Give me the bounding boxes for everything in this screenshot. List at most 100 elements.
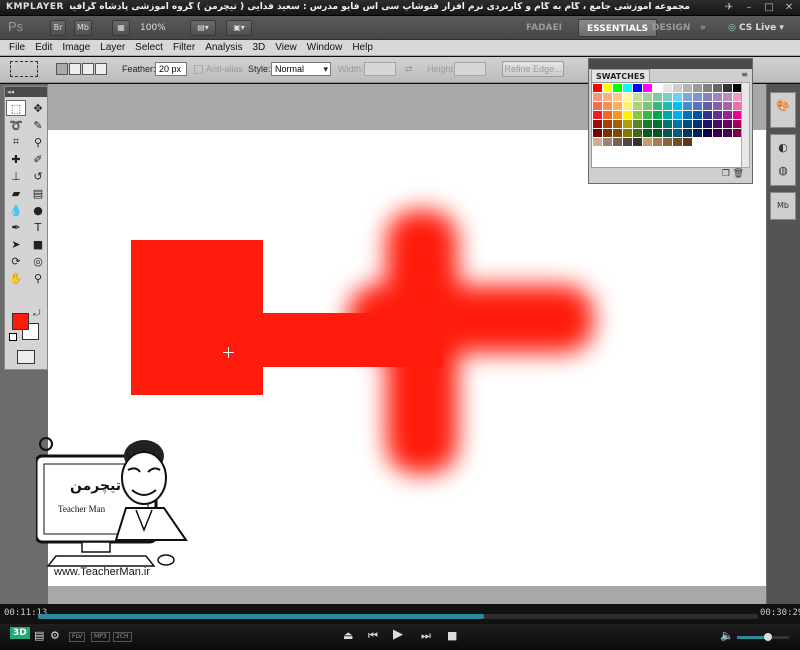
type-tool-icon[interactable]: T: [28, 219, 48, 235]
swatch-cell[interactable]: [673, 111, 682, 119]
swatch-cell[interactable]: [593, 111, 602, 119]
previous-icon[interactable]: ⏮: [368, 629, 378, 643]
tools-panel-header[interactable]: ◂◂: [5, 87, 47, 97]
swatch-cell[interactable]: [713, 120, 722, 128]
swatches-grid[interactable]: [591, 82, 742, 168]
swatch-cell[interactable]: [663, 120, 672, 128]
gradient-tool-icon[interactable]: ▤: [28, 185, 48, 201]
swatch-cell[interactable]: [603, 111, 612, 119]
screen-mode-icon[interactable]: ▣▾: [226, 20, 252, 36]
crop-tool-icon[interactable]: ⌗: [6, 134, 26, 150]
blur-tool-icon[interactable]: 💧: [6, 202, 26, 218]
stop-icon[interactable]: ■: [447, 629, 457, 642]
swatch-cell[interactable]: [613, 93, 622, 101]
swatch-cell[interactable]: [693, 129, 702, 137]
menu-edit[interactable]: Edit: [30, 40, 57, 56]
swatch-cell[interactable]: [633, 111, 642, 119]
menu-filter[interactable]: Filter: [168, 40, 200, 56]
swatch-cell[interactable]: [673, 138, 682, 146]
swatch-cell[interactable]: [693, 93, 702, 101]
swatch-cell[interactable]: [713, 111, 722, 119]
swatch-cell[interactable]: [633, 129, 642, 137]
swatch-cell[interactable]: [723, 111, 732, 119]
swatch-cell[interactable]: [663, 138, 672, 146]
playlist-icon[interactable]: ▤: [34, 629, 44, 642]
swatch-cell[interactable]: [713, 84, 722, 92]
swatch-cell[interactable]: [593, 129, 602, 137]
swatch-cell[interactable]: [653, 129, 662, 137]
play-icon[interactable]: ▶: [393, 627, 403, 642]
minibridge-button[interactable]: Mb: [74, 20, 92, 36]
workspace-fadaei[interactable]: FADAEI: [518, 19, 570, 37]
swatch-cell[interactable]: [703, 102, 712, 110]
swatch-cell[interactable]: [643, 120, 652, 128]
swatch-cell[interactable]: [613, 102, 622, 110]
healing-brush-icon[interactable]: ✚: [6, 151, 26, 167]
add-to-selection-icon[interactable]: [69, 63, 81, 75]
swatch-cell[interactable]: [633, 120, 642, 128]
clone-stamp-icon[interactable]: ⊥: [6, 168, 26, 184]
color-panel-icon[interactable]: 🎨: [773, 96, 793, 116]
swatch-cell[interactable]: [643, 138, 652, 146]
new-selection-icon[interactable]: [56, 63, 68, 75]
swatch-cell[interactable]: [623, 120, 632, 128]
path-selection-icon[interactable]: ➤: [6, 236, 26, 252]
maximize-icon[interactable]: □: [762, 1, 776, 14]
adjustments-panel-icon[interactable]: ◐: [773, 138, 793, 158]
swatch-cell[interactable]: [653, 102, 662, 110]
swatch-cell[interactable]: [723, 102, 732, 110]
swatch-cell[interactable]: [703, 120, 712, 128]
dodge-tool-icon[interactable]: ●: [28, 202, 48, 218]
seek-bar[interactable]: [38, 614, 758, 619]
swatch-cell[interactable]: [663, 111, 672, 119]
swatch-cell[interactable]: [703, 111, 712, 119]
swatch-cell[interactable]: [613, 84, 622, 92]
lasso-tool-icon[interactable]: ➰: [6, 117, 26, 133]
swatch-cell[interactable]: [613, 120, 622, 128]
swatch-cell[interactable]: [623, 93, 632, 101]
swatch-cell[interactable]: [673, 93, 682, 101]
feather-input[interactable]: 20 px: [155, 62, 187, 76]
3d-orbit-icon[interactable]: ◎: [28, 253, 48, 269]
swatch-cell[interactable]: [723, 129, 732, 137]
menu-image[interactable]: Image: [57, 40, 95, 56]
swatch-cell[interactable]: [713, 102, 722, 110]
swatch-cell[interactable]: [723, 84, 732, 92]
swatch-cell[interactable]: [643, 129, 652, 137]
swatch-cell[interactable]: [603, 102, 612, 110]
swatch-cell[interactable]: [643, 84, 652, 92]
swatch-cell[interactable]: [713, 93, 722, 101]
swatch-cell[interactable]: [663, 129, 672, 137]
swatch-cell[interactable]: [713, 138, 722, 146]
swatch-cell[interactable]: [723, 93, 732, 101]
volume-icon[interactable]: 🔈: [720, 629, 734, 642]
swatch-cell[interactable]: [693, 111, 702, 119]
swatch-cell[interactable]: [703, 84, 712, 92]
swatch-cell[interactable]: [683, 102, 692, 110]
swatch-cell[interactable]: [673, 102, 682, 110]
swap-colors-icon[interactable]: ⤾: [33, 309, 41, 319]
swatch-cell[interactable]: [593, 93, 602, 101]
volume-slider[interactable]: [737, 633, 789, 641]
3d-mode-icon[interactable]: 3D: [10, 627, 30, 639]
swatch-cell[interactable]: [623, 111, 632, 119]
kmplayer-logo[interactable]: KMPLAYER: [6, 2, 64, 12]
3d-rotate-icon[interactable]: ⟳: [6, 253, 26, 269]
cs-live-button[interactable]: ◎ CS Live ▾: [728, 19, 784, 37]
swatch-cell[interactable]: [683, 84, 692, 92]
swatch-cell[interactable]: [633, 84, 642, 92]
menu-file[interactable]: File: [4, 40, 30, 56]
eraser-tool-icon[interactable]: ▰: [6, 185, 26, 201]
antialias-checkbox[interactable]: [194, 65, 203, 74]
zoom-level[interactable]: 100%: [140, 20, 166, 36]
swatch-cell[interactable]: [633, 93, 642, 101]
swatch-cell[interactable]: [663, 93, 672, 101]
swatches-scrollbar[interactable]: [741, 82, 750, 168]
rectangular-marquee-icon[interactable]: ⬚: [6, 100, 26, 116]
style-select[interactable]: Normal ▾: [271, 62, 331, 76]
foreground-color-swatch[interactable]: [12, 313, 29, 330]
close-icon[interactable]: ✕: [782, 1, 796, 14]
swatch-cell[interactable]: [673, 120, 682, 128]
swatch-cell[interactable]: [683, 138, 692, 146]
default-colors-icon[interactable]: [9, 333, 17, 341]
